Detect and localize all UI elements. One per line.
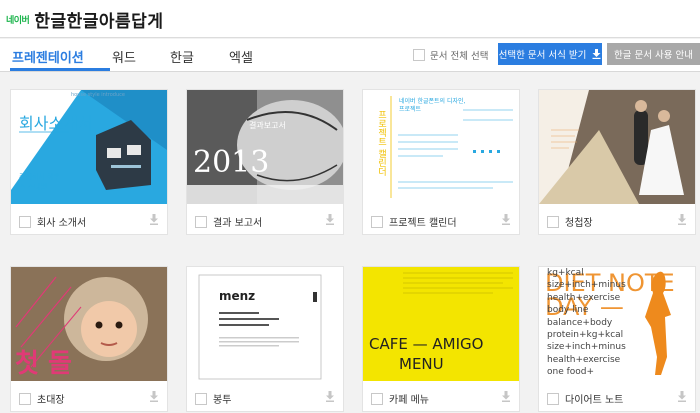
thumb-line1: CAFE — AMIGO (369, 335, 484, 353)
select-all-label: 문서 전체 선택 (430, 51, 489, 62)
envelope-art (187, 267, 343, 381)
select-all-checkbox[interactable] (413, 49, 425, 61)
card-footer: 회사 소개서 (19, 214, 159, 229)
card-label: 다이어트 노트 (565, 395, 624, 406)
card-footer: 다이어트 노트 (547, 391, 687, 406)
naver-logo[interactable]: 네이버 (6, 13, 30, 26)
thumb-line2: MENU (399, 355, 444, 373)
card-footer: 결과 보고서 (195, 214, 335, 229)
thumb-lines: kg+kcal size+inch+minus health+exercise … (547, 267, 626, 379)
download-icon[interactable] (677, 391, 687, 402)
template-card[interactable]: CAFE — AMIGO MENU 카페 메뉴 (362, 266, 520, 412)
thumb-vertical-title: 프로젝트 캘린더 (376, 110, 386, 176)
template-card[interactable]: DIET NOTE DAY — kg+kcal size+inch+minus … (538, 266, 696, 412)
download-icon[interactable] (677, 214, 687, 225)
card-label: 봉투 (213, 395, 232, 406)
thumb-line: health+exercise (547, 292, 621, 303)
card-label: 청첩장 (565, 218, 593, 229)
app-header: 네이버 한글한글아름답게 (0, 0, 700, 38)
template-thumbnail[interactable]: menz (187, 267, 343, 381)
card-label: 초대장 (37, 395, 65, 406)
thumb-line: 프로젝트 (399, 106, 422, 113)
template-card[interactable]: 청첩장 (538, 89, 696, 235)
template-thumbnail[interactable]: house style introduce 회사소개서 주식회사 하우스 스타일 (11, 90, 167, 204)
template-card[interactable]: menz 봉투 (186, 266, 344, 412)
thumb-line: kg+kcal (547, 268, 584, 278)
template-thumbnail[interactable]: 2013 결과보고서 (187, 90, 343, 204)
card-checkbox[interactable] (195, 215, 207, 228)
card-label: 카페 메뉴 (389, 395, 429, 406)
template-thumbnail[interactable]: DIET NOTE DAY — kg+kcal size+inch+minus … (539, 267, 695, 381)
wedding-photo (539, 90, 695, 204)
download-icon[interactable] (325, 391, 335, 402)
template-thumbnail[interactable] (539, 90, 695, 204)
usage-guide-label: 한글 문서 사용 안내 (614, 50, 693, 61)
card-footer: 카페 메뉴 (371, 391, 511, 406)
template-card[interactable]: house style introduce 회사소개서 주식회사 하우스 스타일… (10, 89, 168, 235)
thumb-line: size+inch+minus (547, 280, 626, 291)
thumb-line: one food+ (547, 367, 595, 378)
download-selected-label: 선택한 문서 서식 받기 (498, 50, 587, 61)
card-checkbox[interactable] (547, 392, 559, 405)
template-thumbnail[interactable]: 프로젝트 캘린더 네이버 한글폰트의 디자인, 프로젝트 (363, 90, 519, 204)
download-icon[interactable] (501, 214, 511, 225)
thumb-title: 회사소개서 (19, 114, 93, 133)
thumb-title: 첫 돌 (15, 349, 72, 379)
card-footer: 초대장 (19, 391, 159, 406)
template-thumbnail[interactable]: CAFE — AMIGO MENU (363, 267, 519, 381)
card-checkbox[interactable] (195, 392, 207, 405)
template-card[interactable]: 프로젝트 캘린더 네이버 한글폰트의 디자인, 프로젝트 프로젝트 캘린더 (362, 89, 520, 235)
thumb-brand: menz (219, 289, 256, 303)
card-checkbox[interactable] (19, 392, 31, 405)
thumb-line: size+inch+minus (547, 342, 626, 353)
brand[interactable]: 네이버 한글한글아름답게 (6, 7, 163, 32)
tab-excel[interactable]: 엑셀 (229, 47, 253, 66)
thumb-caption: 결과보고서 (249, 121, 286, 130)
card-label: 결과 보고서 (213, 218, 263, 229)
tab-bar: 프레젠테이션 워드 한글 엑셀 문서 전체 선택 선택한 문서 서식 받기 한글… (0, 39, 700, 72)
thumb-line: body line (547, 305, 589, 316)
card-label: 회사 소개서 (37, 218, 87, 229)
download-icon[interactable] (149, 391, 159, 402)
tab-hangul[interactable]: 한글 (170, 47, 194, 66)
card-checkbox[interactable] (371, 392, 383, 405)
card-footer: 프로젝트 캘린더 (371, 214, 511, 229)
template-card[interactable]: 첫 돌 초대장 (10, 266, 168, 412)
thumb-line: balance+body (547, 317, 613, 328)
thumb-subtitle: house style introduce (71, 92, 125, 98)
download-icon (592, 49, 601, 59)
select-all-toggle[interactable]: 문서 전체 선택 (413, 48, 488, 62)
download-icon[interactable] (149, 214, 159, 225)
thumb-year: 2013 (193, 145, 270, 180)
brand-title[interactable]: 한글한글아름답게 (34, 7, 163, 32)
card-footer: 청첩장 (547, 214, 687, 229)
tab-word[interactable]: 워드 (112, 47, 136, 66)
tab-presentation[interactable]: 프레젠테이션 (12, 47, 84, 66)
card-label: 프로젝트 캘린더 (389, 218, 457, 229)
usage-guide-button[interactable]: 한글 문서 사용 안내 (607, 43, 700, 65)
thumb-caption: 주식회사 하우스 스타일 (19, 173, 60, 191)
download-selected-button[interactable]: 선택한 문서 서식 받기 (498, 43, 602, 65)
download-icon[interactable] (501, 391, 511, 402)
thumb-line: protein+kg+kcal (547, 330, 624, 341)
card-checkbox[interactable] (547, 215, 559, 228)
thumb-line: health+exercise (547, 354, 621, 365)
download-icon[interactable] (325, 214, 335, 225)
card-footer: 봉투 (195, 391, 335, 406)
active-tab-indicator (10, 68, 110, 71)
template-card[interactable]: 2013 결과보고서 결과 보고서 (186, 89, 344, 235)
card-checkbox[interactable] (19, 215, 31, 228)
card-checkbox[interactable] (371, 215, 383, 228)
template-thumbnail[interactable]: 첫 돌 (11, 267, 167, 381)
